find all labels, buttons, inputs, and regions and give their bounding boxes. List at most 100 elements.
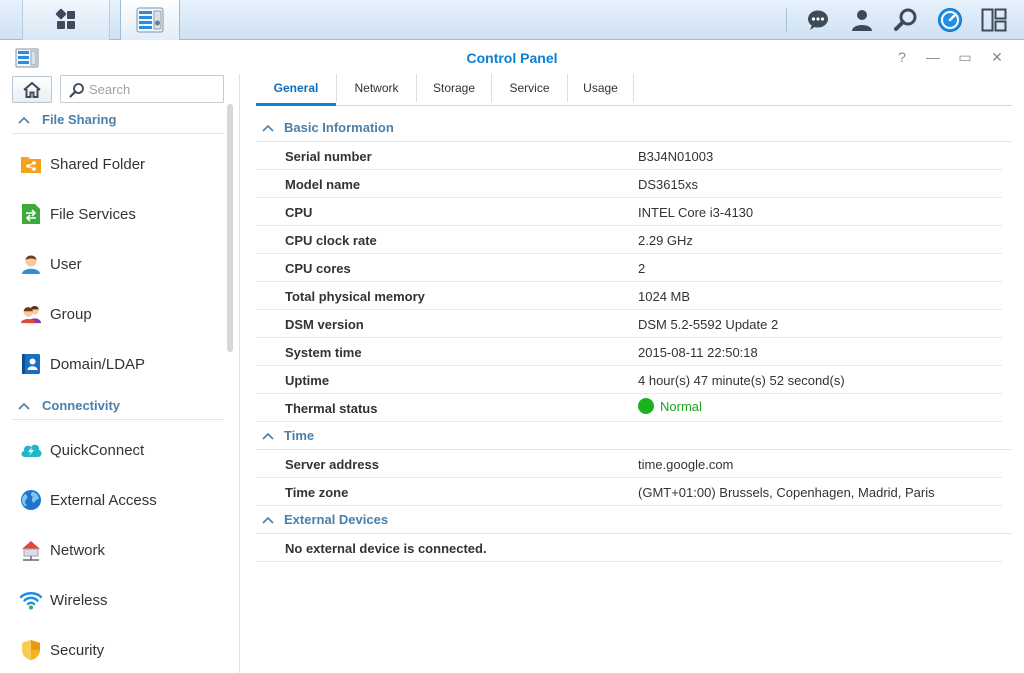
section-connectivity[interactable]: Connectivity [12,392,224,420]
info-row-model: Model name DS3615xs [256,170,1002,198]
info-value: (GMT+01:00) Brussels, Copenhagen, Madrid… [638,485,935,500]
status-text: Normal [660,398,702,414]
help-button[interactable]: ? [894,49,910,65]
info-value: DSM 5.2-5592 Update 2 [638,317,779,332]
user-options-button[interactable] [848,6,876,34]
close-button[interactable]: ✕ [989,49,1005,65]
group-time[interactable]: Time [256,422,1012,450]
tab-network[interactable]: Network [337,74,417,102]
info-value: 2.29 GHz [638,233,693,248]
info-value: INTEL Core i3-4130 [638,205,754,220]
shared-folder-icon [20,153,42,175]
search-icon [894,8,917,31]
sidebar-item-external-access[interactable]: External Access [12,478,224,522]
info-value: time.google.com [638,457,734,472]
restore-button[interactable]: ▭ [957,49,973,65]
sidebar-item-domain-ldap[interactable]: Domain/LDAP [12,342,224,386]
sidebar-item-network[interactable]: Network [12,528,224,572]
info-label: DSM version [285,317,364,332]
widgets-button[interactable] [936,6,964,34]
minimize-button[interactable]: — [925,49,941,65]
sidebar-item-label: User [50,255,82,273]
tab-storage[interactable]: Storage [417,74,492,102]
dashboard-gauge-icon [938,8,962,32]
info-row-dsm-version: DSM version DSM 5.2-5592 Update 2 [256,310,1002,338]
info-row-cpu: CPU INTEL Core i3-4130 [256,198,1002,226]
main-menu-button[interactable] [22,0,110,40]
window-title: Control Panel [466,50,558,66]
sidebar-item-wireless[interactable]: Wireless [12,578,224,622]
user-icon [20,253,42,275]
domain-ldap-icon [20,353,42,375]
info-row-system-time: System time 2015-08-11 22:50:18 [256,338,1002,366]
group-title: External Devices [284,512,389,527]
info-value: 2 [638,261,646,276]
sidebar-item-label: File Services [50,205,136,223]
sidebar-item-label: Network [50,541,106,559]
sidebar-item-label: Wireless [50,591,108,609]
chevron-up-icon [262,432,278,440]
info-row-uptime: Uptime 4 hour(s) 47 minute(s) 52 second(… [256,366,1002,394]
sidebar-item-user[interactable]: User [12,242,224,286]
info-row-no-external-device: No external device is connected. [256,534,1002,562]
search-icon [69,83,84,98]
tab-service[interactable]: Service [492,74,568,102]
info-label: CPU clock rate [285,233,377,248]
info-value: 4 hour(s) 47 minute(s) 52 second(s) [638,373,845,388]
group-basic-information[interactable]: Basic Information [256,114,1012,142]
sidebar-search [60,75,224,103]
info-value: 2015-08-11 22:50:18 [638,345,758,360]
restore-icon: ▭ [958,48,972,65]
control-panel-icon [136,7,164,33]
show-desktop-button[interactable] [980,6,1008,34]
help-icon: ? [898,49,906,65]
group-title: Time [284,428,315,443]
sidebar-item-shared-folder[interactable]: Shared Folder [12,142,224,186]
sidebar-scrollbar[interactable] [227,104,233,352]
info-label: Server address [285,457,379,472]
info-label: Serial number [285,149,372,164]
tab-general[interactable]: General [256,74,337,106]
sidebar-item-security[interactable]: Security [12,628,224,672]
tab-bar: General Network Storage Service Usage [256,74,1012,106]
home-button[interactable] [12,76,52,103]
sidebar-item-quickconnect[interactable]: QuickConnect [12,428,224,472]
chat-bubble-icon [808,10,828,30]
info-row-cpu-clock: CPU clock rate 2.29 GHz [256,226,1002,254]
taskbar [0,0,1024,40]
section-file-sharing[interactable]: File Sharing [12,106,224,134]
file-services-icon [20,203,42,225]
info-row-memory: Total physical memory 1024 MB [256,282,1002,310]
window-header: Control Panel ? — ▭ ✕ [0,40,1024,74]
sidebar-item-group[interactable]: Group [12,292,224,336]
group-title: Basic Information [284,120,394,135]
search-input[interactable] [89,80,219,98]
sidebar-item-label: Domain/LDAP [50,355,146,373]
control-panel-taskbar-button[interactable] [120,0,180,40]
info-row-thermal: Thermal status Normal [256,394,1002,422]
info-row-server-address: Server address time.google.com [256,450,1002,478]
status-ok-icon [638,398,654,414]
tab-usage[interactable]: Usage [568,74,634,102]
minimize-icon: — [926,49,940,65]
shield-icon [20,639,42,661]
info-label: CPU [285,205,313,220]
wifi-icon [20,589,42,611]
search-button[interactable] [892,6,920,34]
notifications-button[interactable] [804,6,832,34]
sidebar-item-label: External Access [50,491,157,509]
group-external-devices[interactable]: External Devices [256,506,1012,534]
info-value: 1024 MB [638,289,691,304]
info-label: Model name [285,177,361,192]
quickconnect-icon [20,439,42,461]
section-title: Connectivity [42,398,121,413]
sidebar-item-file-services[interactable]: File Services [12,192,224,236]
info-label: CPU cores [285,261,351,276]
main-menu-icon [55,8,75,29]
info-row-time-zone: Time zone (GMT+01:00) Brussels, Copenhag… [256,478,1002,506]
user-icon [852,10,872,31]
info-label: Thermal status [285,401,378,416]
sidebar-item-label: QuickConnect [50,441,145,459]
chevron-up-icon [262,516,278,524]
sidebar-item-label: Group [50,305,92,323]
